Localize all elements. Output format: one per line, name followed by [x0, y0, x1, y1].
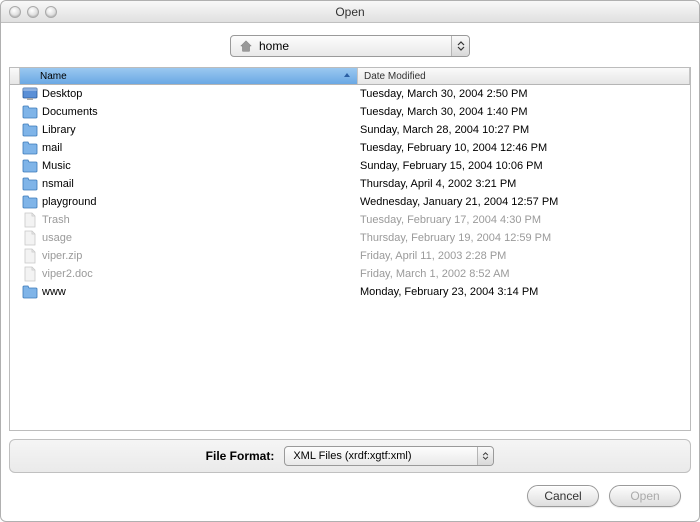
column-header-row: Name Date Modified — [10, 68, 690, 85]
file-row: Trash Tuesday, February 17, 2004 4:30 PM — [10, 211, 690, 229]
file-date: Thursday, April 4, 2002 3:21 PM — [348, 178, 690, 190]
file-row: viper.zip Friday, April 11, 2003 2:28 PM — [10, 247, 690, 265]
open-button[interactable]: Open — [609, 485, 681, 507]
file-name: Library — [42, 124, 76, 136]
column-header-date[interactable]: Date Modified — [358, 68, 690, 84]
open-dialog-window: Open home Name Date Modified DesktopT — [0, 0, 700, 522]
location-label: home — [259, 39, 289, 53]
folder-icon — [22, 194, 38, 210]
file-date: Tuesday, March 30, 2004 1:40 PM — [348, 106, 690, 118]
file-name: Documents — [42, 106, 98, 118]
file-date: Wednesday, January 21, 2004 12:57 PM — [348, 196, 690, 208]
folder-icon — [22, 158, 38, 174]
folder-icon — [22, 122, 38, 138]
file-name: Music — [42, 160, 71, 172]
file-date: Tuesday, February 10, 2004 12:46 PM — [348, 142, 690, 154]
file-row[interactable]: Library Sunday, March 28, 2004 10:27 PM — [10, 121, 690, 139]
file-row[interactable]: Documents Tuesday, March 30, 2004 1:40 PM — [10, 103, 690, 121]
file-date: Thursday, February 19, 2004 12:59 PM — [348, 232, 690, 244]
column-header-name[interactable]: Name — [20, 68, 358, 84]
file-row: viper2.doc Friday, March 1, 2002 8:52 AM — [10, 265, 690, 283]
column-expand-gutter — [10, 68, 20, 84]
popup-arrows-icon — [477, 447, 493, 465]
file-date: Monday, February 23, 2004 3:14 PM — [348, 286, 690, 298]
desktop-icon — [22, 86, 38, 102]
popup-arrows-icon — [451, 36, 469, 56]
file-list: Name Date Modified Desktop Tuesday, March… — [9, 67, 691, 431]
file-date: Sunday, February 15, 2004 10:06 PM — [348, 160, 690, 172]
file-row[interactable]: playground Wednesday, January 21, 2004 12… — [10, 193, 690, 211]
folder-icon — [22, 176, 38, 192]
file-name: www — [42, 286, 66, 298]
folder-icon — [22, 284, 38, 300]
file-rows-container: Desktop Tuesday, March 30, 2004 2:50 PM Do… — [10, 85, 690, 430]
file-format-popup[interactable]: XML Files (xrdf:xgtf:xml) — [284, 446, 494, 466]
file-name: nsmail — [42, 178, 74, 190]
file-date: Tuesday, March 30, 2004 2:50 PM — [348, 88, 690, 100]
file-name: mail — [42, 142, 62, 154]
file-icon — [22, 266, 38, 282]
file-row[interactable]: nsmail Thursday, April 4, 2002 3:21 PM — [10, 175, 690, 193]
file-name: Desktop — [42, 88, 82, 100]
location-toolbar: home — [1, 23, 699, 67]
sort-ascending-icon — [343, 71, 351, 82]
file-name: viper.zip — [42, 250, 82, 262]
titlebar: Open — [1, 1, 699, 23]
file-name: playground — [42, 196, 96, 208]
file-row[interactable]: www Monday, February 23, 2004 3:14 PM — [10, 283, 690, 301]
file-name: usage — [42, 232, 72, 244]
file-date: Sunday, March 28, 2004 10:27 PM — [348, 124, 690, 136]
file-icon — [22, 212, 38, 228]
file-name: viper2.doc — [42, 268, 93, 280]
file-icon — [22, 248, 38, 264]
folder-icon — [22, 140, 38, 156]
format-bar: File Format: XML Files (xrdf:xgtf:xml) — [9, 439, 691, 473]
dialog-buttons: Cancel Open — [1, 479, 699, 521]
file-date: Friday, March 1, 2002 8:52 AM — [348, 268, 690, 280]
window-title: Open — [1, 5, 699, 19]
file-row[interactable]: Music Sunday, February 15, 2004 10:06 PM — [10, 157, 690, 175]
file-format-value: XML Files (xrdf:xgtf:xml) — [293, 450, 411, 462]
file-row[interactable]: mail Tuesday, February 10, 2004 12:46 PM — [10, 139, 690, 157]
cancel-button[interactable]: Cancel — [527, 485, 599, 507]
file-row: usage Thursday, February 19, 2004 12:59 P… — [10, 229, 690, 247]
file-date: Friday, April 11, 2003 2:28 PM — [348, 250, 690, 262]
file-icon — [22, 230, 38, 246]
location-popup[interactable]: home — [230, 35, 470, 57]
home-icon — [239, 39, 253, 53]
folder-icon — [22, 104, 38, 120]
file-date: Tuesday, February 17, 2004 4:30 PM — [348, 214, 690, 226]
format-label: File Format: — [206, 449, 275, 463]
file-name: Trash — [42, 214, 70, 226]
file-row[interactable]: Desktop Tuesday, March 30, 2004 2:50 PM — [10, 85, 690, 103]
